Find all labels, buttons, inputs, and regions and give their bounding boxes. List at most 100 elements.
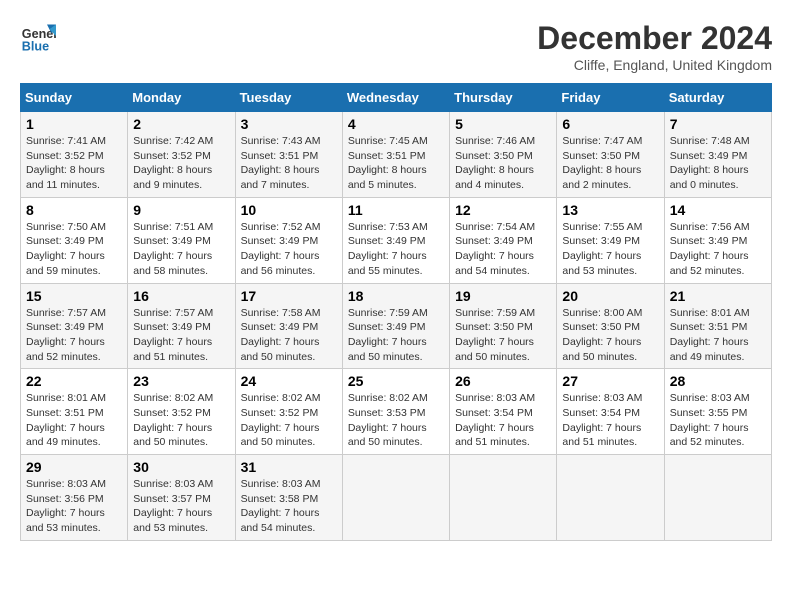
- empty-cell: [342, 455, 449, 541]
- day-cell-22: 22 Sunrise: 8:01 AM Sunset: 3:51 PM Dayl…: [21, 369, 128, 455]
- day-info: Sunrise: 7:51 AM Sunset: 3:49 PM Dayligh…: [133, 220, 229, 279]
- day-info: Sunrise: 7:48 AM Sunset: 3:49 PM Dayligh…: [670, 134, 766, 193]
- header-monday: Monday: [128, 84, 235, 112]
- day-info: Sunrise: 8:03 AM Sunset: 3:58 PM Dayligh…: [241, 477, 337, 536]
- day-number: 3: [241, 116, 337, 132]
- header-wednesday: Wednesday: [342, 84, 449, 112]
- day-number: 31: [241, 459, 337, 475]
- day-cell-14: 14 Sunrise: 7:56 AM Sunset: 3:49 PM Dayl…: [664, 197, 771, 283]
- day-number: 11: [348, 202, 444, 218]
- day-number: 6: [562, 116, 658, 132]
- day-info: Sunrise: 7:54 AM Sunset: 3:49 PM Dayligh…: [455, 220, 551, 279]
- day-info: Sunrise: 7:55 AM Sunset: 3:49 PM Dayligh…: [562, 220, 658, 279]
- day-info: Sunrise: 7:45 AM Sunset: 3:51 PM Dayligh…: [348, 134, 444, 193]
- day-info: Sunrise: 8:01 AM Sunset: 3:51 PM Dayligh…: [26, 391, 122, 450]
- day-info: Sunrise: 7:57 AM Sunset: 3:49 PM Dayligh…: [133, 306, 229, 365]
- calendar-week-row: 8 Sunrise: 7:50 AM Sunset: 3:49 PM Dayli…: [21, 197, 772, 283]
- day-info: Sunrise: 8:03 AM Sunset: 3:54 PM Dayligh…: [562, 391, 658, 450]
- day-number: 1: [26, 116, 122, 132]
- day-info: Sunrise: 8:03 AM Sunset: 3:55 PM Dayligh…: [670, 391, 766, 450]
- header: General Blue December 2024 Cliffe, Engla…: [20, 20, 772, 73]
- day-cell-5: 5 Sunrise: 7:46 AM Sunset: 3:50 PM Dayli…: [450, 112, 557, 198]
- day-number: 18: [348, 288, 444, 304]
- day-info: Sunrise: 7:59 AM Sunset: 3:49 PM Dayligh…: [348, 306, 444, 365]
- day-cell-11: 11 Sunrise: 7:53 AM Sunset: 3:49 PM Dayl…: [342, 197, 449, 283]
- day-cell-20: 20 Sunrise: 8:00 AM Sunset: 3:50 PM Dayl…: [557, 283, 664, 369]
- day-number: 2: [133, 116, 229, 132]
- day-number: 10: [241, 202, 337, 218]
- day-number: 15: [26, 288, 122, 304]
- weekday-header-row: Sunday Monday Tuesday Wednesday Thursday…: [21, 84, 772, 112]
- day-cell-30: 30 Sunrise: 8:03 AM Sunset: 3:57 PM Dayl…: [128, 455, 235, 541]
- day-cell-1: 1 Sunrise: 7:41 AM Sunset: 3:52 PM Dayli…: [21, 112, 128, 198]
- day-number: 4: [348, 116, 444, 132]
- empty-cell: [557, 455, 664, 541]
- day-number: 28: [670, 373, 766, 389]
- header-saturday: Saturday: [664, 84, 771, 112]
- day-number: 27: [562, 373, 658, 389]
- day-number: 16: [133, 288, 229, 304]
- day-cell-10: 10 Sunrise: 7:52 AM Sunset: 3:49 PM Dayl…: [235, 197, 342, 283]
- day-number: 19: [455, 288, 551, 304]
- day-cell-9: 9 Sunrise: 7:51 AM Sunset: 3:49 PM Dayli…: [128, 197, 235, 283]
- day-number: 23: [133, 373, 229, 389]
- day-info: Sunrise: 7:59 AM Sunset: 3:50 PM Dayligh…: [455, 306, 551, 365]
- day-number: 5: [455, 116, 551, 132]
- day-number: 14: [670, 202, 766, 218]
- day-info: Sunrise: 8:02 AM Sunset: 3:52 PM Dayligh…: [241, 391, 337, 450]
- header-thursday: Thursday: [450, 84, 557, 112]
- header-sunday: Sunday: [21, 84, 128, 112]
- day-cell-25: 25 Sunrise: 8:02 AM Sunset: 3:53 PM Dayl…: [342, 369, 449, 455]
- day-info: Sunrise: 8:01 AM Sunset: 3:51 PM Dayligh…: [670, 306, 766, 365]
- day-cell-16: 16 Sunrise: 7:57 AM Sunset: 3:49 PM Dayl…: [128, 283, 235, 369]
- day-info: Sunrise: 8:03 AM Sunset: 3:54 PM Dayligh…: [455, 391, 551, 450]
- header-tuesday: Tuesday: [235, 84, 342, 112]
- day-number: 24: [241, 373, 337, 389]
- day-number: 29: [26, 459, 122, 475]
- day-cell-28: 28 Sunrise: 8:03 AM Sunset: 3:55 PM Dayl…: [664, 369, 771, 455]
- day-info: Sunrise: 7:41 AM Sunset: 3:52 PM Dayligh…: [26, 134, 122, 193]
- calendar-week-row: 1 Sunrise: 7:41 AM Sunset: 3:52 PM Dayli…: [21, 112, 772, 198]
- empty-cell: [450, 455, 557, 541]
- day-number: 8: [26, 202, 122, 218]
- day-info: Sunrise: 7:43 AM Sunset: 3:51 PM Dayligh…: [241, 134, 337, 193]
- day-info: Sunrise: 7:46 AM Sunset: 3:50 PM Dayligh…: [455, 134, 551, 193]
- day-cell-8: 8 Sunrise: 7:50 AM Sunset: 3:49 PM Dayli…: [21, 197, 128, 283]
- day-number: 25: [348, 373, 444, 389]
- day-cell-26: 26 Sunrise: 8:03 AM Sunset: 3:54 PM Dayl…: [450, 369, 557, 455]
- header-friday: Friday: [557, 84, 664, 112]
- svg-text:Blue: Blue: [22, 40, 49, 54]
- logo-icon: General Blue: [20, 20, 56, 56]
- day-info: Sunrise: 8:02 AM Sunset: 3:53 PM Dayligh…: [348, 391, 444, 450]
- title-block: December 2024 Cliffe, England, United Ki…: [537, 20, 772, 73]
- day-cell-24: 24 Sunrise: 8:02 AM Sunset: 3:52 PM Dayl…: [235, 369, 342, 455]
- day-info: Sunrise: 8:02 AM Sunset: 3:52 PM Dayligh…: [133, 391, 229, 450]
- calendar-week-row: 29 Sunrise: 8:03 AM Sunset: 3:56 PM Dayl…: [21, 455, 772, 541]
- day-number: 13: [562, 202, 658, 218]
- day-info: Sunrise: 7:42 AM Sunset: 3:52 PM Dayligh…: [133, 134, 229, 193]
- day-info: Sunrise: 7:50 AM Sunset: 3:49 PM Dayligh…: [26, 220, 122, 279]
- day-cell-3: 3 Sunrise: 7:43 AM Sunset: 3:51 PM Dayli…: [235, 112, 342, 198]
- day-info: Sunrise: 8:03 AM Sunset: 3:57 PM Dayligh…: [133, 477, 229, 536]
- day-cell-6: 6 Sunrise: 7:47 AM Sunset: 3:50 PM Dayli…: [557, 112, 664, 198]
- day-info: Sunrise: 7:56 AM Sunset: 3:49 PM Dayligh…: [670, 220, 766, 279]
- day-cell-23: 23 Sunrise: 8:02 AM Sunset: 3:52 PM Dayl…: [128, 369, 235, 455]
- page-title: December 2024: [537, 20, 772, 57]
- day-cell-21: 21 Sunrise: 8:01 AM Sunset: 3:51 PM Dayl…: [664, 283, 771, 369]
- day-cell-31: 31 Sunrise: 8:03 AM Sunset: 3:58 PM Dayl…: [235, 455, 342, 541]
- calendar-week-row: 22 Sunrise: 8:01 AM Sunset: 3:51 PM Dayl…: [21, 369, 772, 455]
- day-number: 12: [455, 202, 551, 218]
- day-info: Sunrise: 7:58 AM Sunset: 3:49 PM Dayligh…: [241, 306, 337, 365]
- day-number: 20: [562, 288, 658, 304]
- day-number: 26: [455, 373, 551, 389]
- day-cell-18: 18 Sunrise: 7:59 AM Sunset: 3:49 PM Dayl…: [342, 283, 449, 369]
- day-info: Sunrise: 7:57 AM Sunset: 3:49 PM Dayligh…: [26, 306, 122, 365]
- page-subtitle: Cliffe, England, United Kingdom: [537, 57, 772, 73]
- day-cell-2: 2 Sunrise: 7:42 AM Sunset: 3:52 PM Dayli…: [128, 112, 235, 198]
- day-number: 17: [241, 288, 337, 304]
- day-cell-19: 19 Sunrise: 7:59 AM Sunset: 3:50 PM Dayl…: [450, 283, 557, 369]
- day-cell-15: 15 Sunrise: 7:57 AM Sunset: 3:49 PM Dayl…: [21, 283, 128, 369]
- day-cell-29: 29 Sunrise: 8:03 AM Sunset: 3:56 PM Dayl…: [21, 455, 128, 541]
- calendar-week-row: 15 Sunrise: 7:57 AM Sunset: 3:49 PM Dayl…: [21, 283, 772, 369]
- day-cell-12: 12 Sunrise: 7:54 AM Sunset: 3:49 PM Dayl…: [450, 197, 557, 283]
